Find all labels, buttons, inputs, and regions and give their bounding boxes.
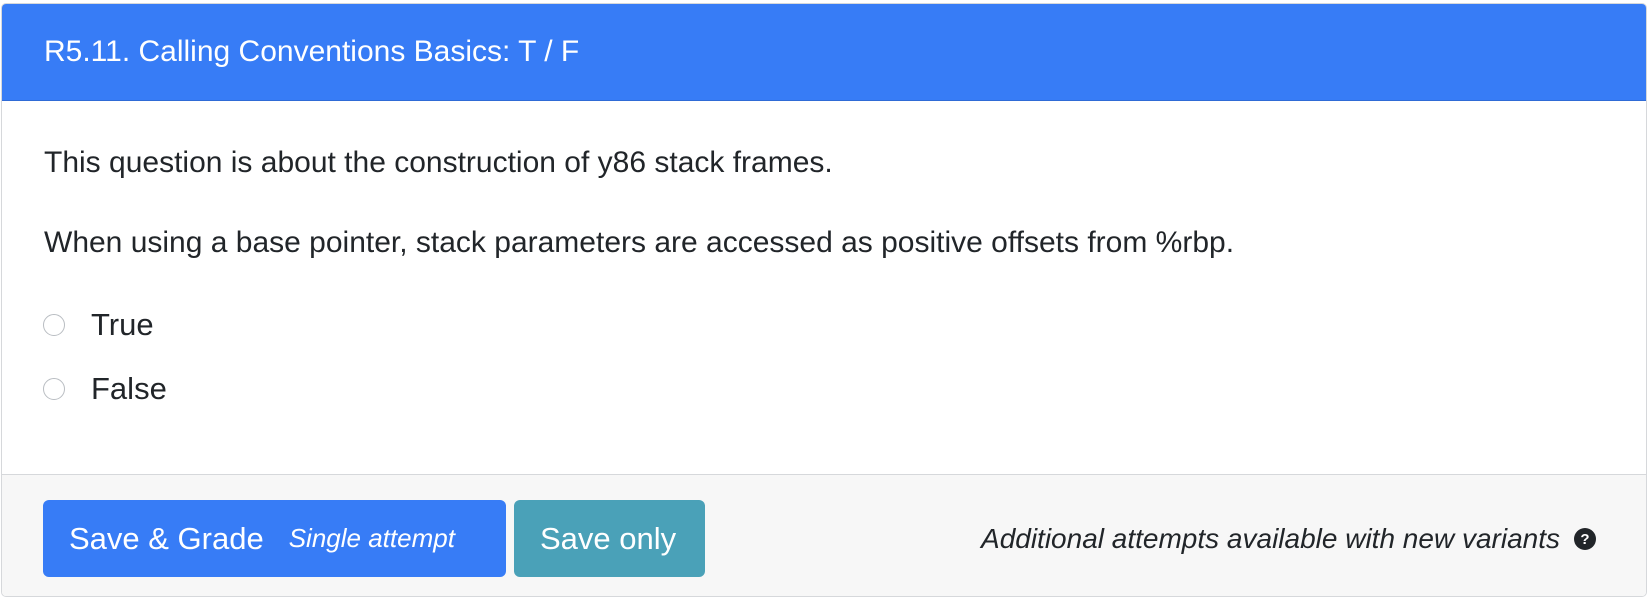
- save-only-button[interactable]: Save only: [514, 500, 705, 577]
- single-attempt-label: Single attempt: [288, 523, 455, 553]
- question-card: R5.11. Calling Conventions Basics: T / F…: [1, 3, 1647, 597]
- attempts-note-text: Additional attempts available with new v…: [981, 523, 1560, 554]
- option-true[interactable]: True: [43, 307, 154, 343]
- question-header: R5.11. Calling Conventions Basics: T / F: [2, 4, 1646, 101]
- radio-false[interactable]: [43, 378, 65, 400]
- save-and-grade-label: Save & Grade: [69, 520, 264, 556]
- option-false-label: False: [91, 371, 167, 406]
- question-footer: Save & Grade Single attempt Save only Ad…: [2, 474, 1646, 596]
- help-icon[interactable]: ?: [1574, 528, 1596, 550]
- question-intro: This question is about the construction …: [44, 146, 833, 179]
- radio-true[interactable]: [43, 314, 65, 336]
- option-true-label: True: [91, 307, 154, 342]
- attempts-note: Additional attempts available with new v…: [981, 523, 1596, 555]
- save-and-grade-button[interactable]: Save & Grade Single attempt: [43, 500, 506, 577]
- question-body: This question is about the construction …: [2, 101, 1646, 470]
- question-title: R5.11. Calling Conventions Basics: T / F: [44, 35, 580, 68]
- option-false[interactable]: False: [43, 371, 167, 407]
- question-statement: When using a base pointer, stack paramet…: [44, 226, 1235, 259]
- save-only-label: Save only: [540, 520, 677, 556]
